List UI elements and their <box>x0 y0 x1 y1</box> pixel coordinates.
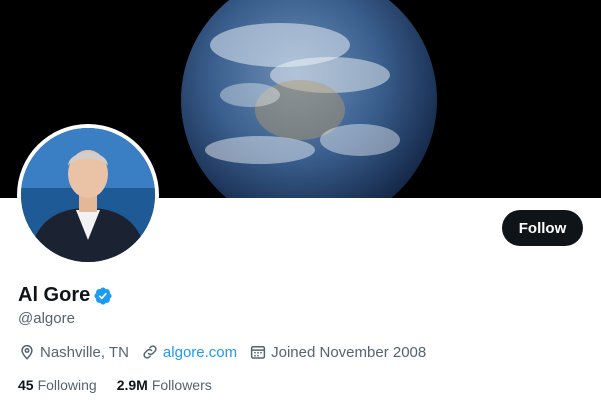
location-item: Nashville, TN <box>18 343 129 361</box>
follow-button[interactable]: Follow <box>502 210 583 246</box>
avatar[interactable] <box>17 124 159 266</box>
verified-badge-icon[interactable] <box>93 286 113 306</box>
map-pin-icon <box>21 344 33 360</box>
avatar-image <box>21 128 155 262</box>
display-name-row: Al Gore <box>18 284 113 307</box>
location-text: Nashville, TN <box>40 343 129 361</box>
user-handle: @algore <box>18 310 75 327</box>
display-name: Al Gore <box>18 284 91 306</box>
follow-stats: 45 Following 2.9M Followers <box>18 377 232 393</box>
followers-link[interactable]: 2.9M Followers <box>117 377 212 393</box>
following-link[interactable]: 45 Following <box>18 377 97 393</box>
profile-meta: Nashville, TN algore.com Joined November… <box>18 343 438 361</box>
joined-text: Joined November 2008 <box>271 343 427 361</box>
followers-count: 2.9M <box>116 377 148 393</box>
website-item: algore.com <box>141 343 237 361</box>
link-icon <box>143 345 157 359</box>
joined-item: Joined November 2008 <box>249 343 426 361</box>
following-label: Following <box>37 377 97 393</box>
website-link[interactable]: algore.com <box>163 344 237 361</box>
calendar-icon <box>251 346 266 359</box>
followers-label: Followers <box>151 377 212 393</box>
following-count: 45 <box>18 377 34 393</box>
